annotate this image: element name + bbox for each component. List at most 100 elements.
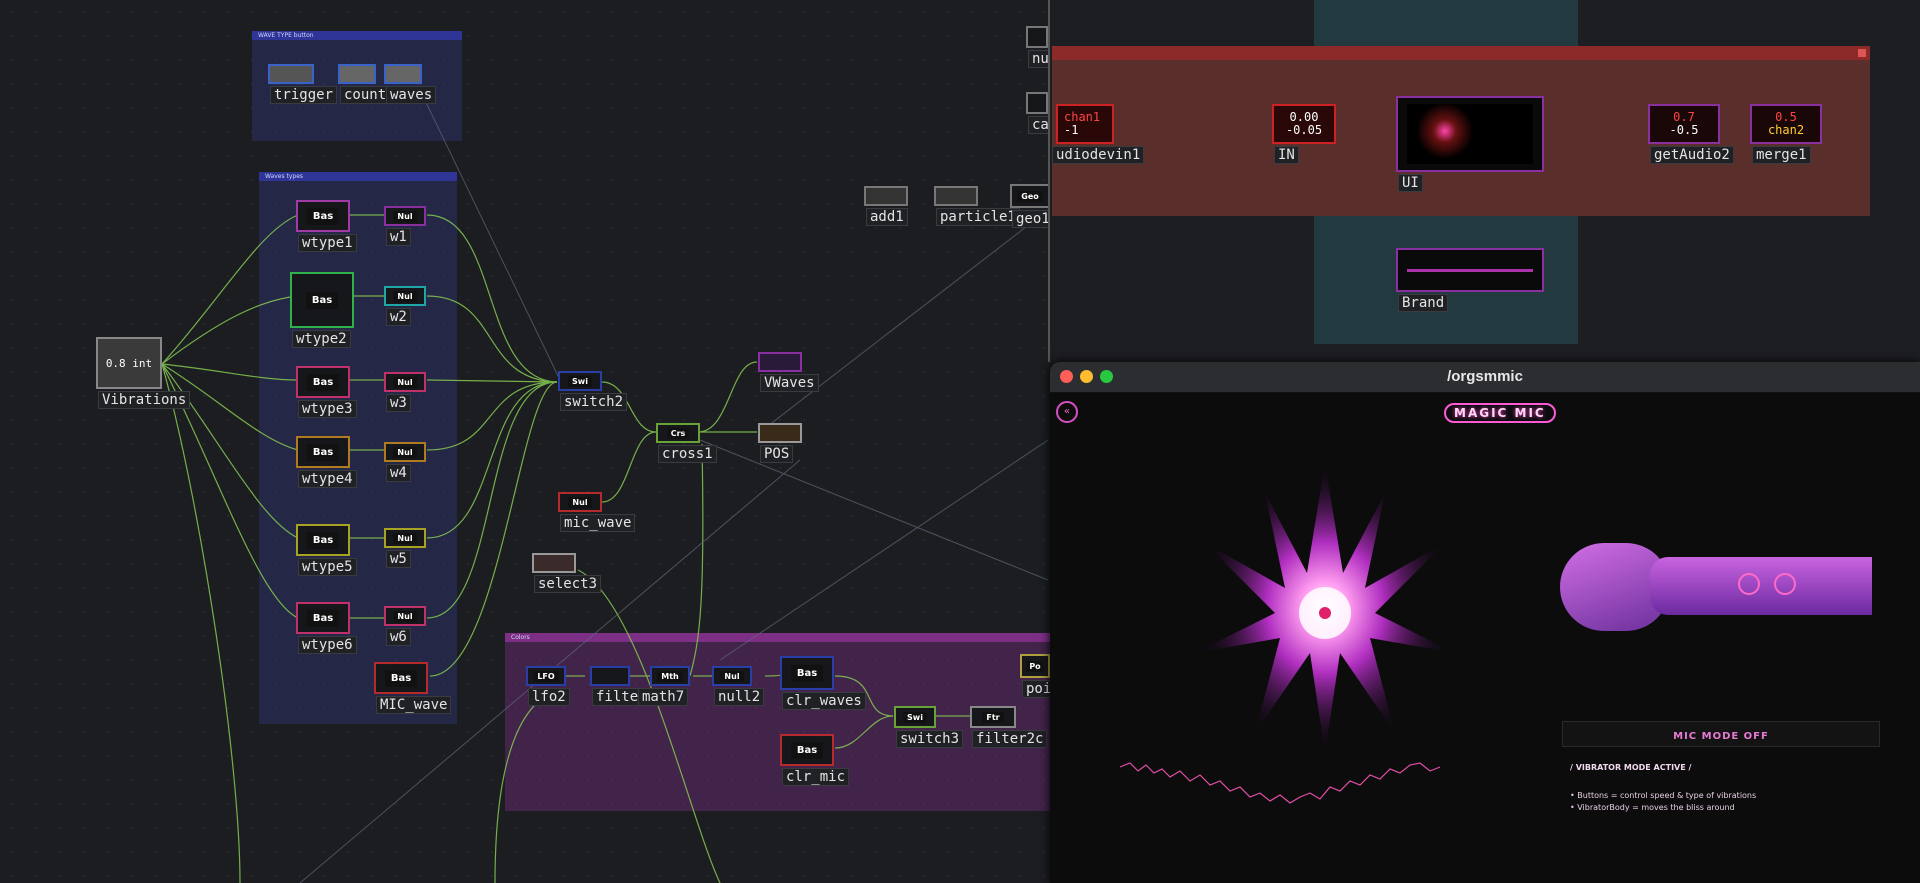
type-button[interactable] — [1774, 573, 1796, 595]
node-body — [338, 64, 376, 84]
node-chip: Swi — [903, 711, 927, 723]
node-cross1[interactable]: Crs cross1 — [656, 423, 717, 463]
node-body — [934, 186, 978, 206]
annotation-title: Waves types — [265, 173, 304, 180]
mic-mode-button[interactable]: MIC MODE OFF — [1562, 721, 1880, 747]
node-switch3[interactable]: Swi switch3 — [894, 706, 964, 748]
node-label: Vibrations — [98, 391, 191, 409]
node-math7[interactable]: Mth math7 — [638, 666, 690, 706]
node-w1[interactable]: Nul w1 — [384, 206, 426, 246]
getaudio-value: -0.5 — [1669, 123, 1699, 137]
node-waves[interactable]: waves — [384, 64, 437, 104]
node-chip: Bas — [306, 531, 340, 549]
node-vibrations[interactable]: 0.8 int Vibrations — [96, 337, 191, 409]
help-line-1: • Buttons = control speed & type of vibr… — [1570, 791, 1757, 800]
help-line-2: • VibratorBody = moves the bliss around — [1570, 803, 1735, 812]
node-label: cross1 — [658, 445, 717, 463]
node-body: Bas — [374, 662, 428, 694]
node-wtype2[interactable]: Bas wtype2 — [290, 272, 354, 348]
node-body — [758, 352, 802, 372]
node-chip: Mth — [657, 670, 683, 682]
node-particle1[interactable]: particle1 — [934, 186, 1020, 226]
node-chip: Swi — [568, 375, 592, 387]
node-body: Ftr — [970, 706, 1016, 728]
node-null2[interactable]: Nul null2 — [712, 666, 765, 706]
node-label: wtype1 — [298, 234, 357, 252]
node-label: particle1 — [936, 208, 1020, 226]
annotation-colors[interactable]: Colors — [505, 633, 1050, 811]
node-label: wtype4 — [298, 470, 357, 488]
window-titlebar[interactable]: /orgsmmic — [1050, 362, 1920, 393]
node-label: w5 — [386, 550, 411, 568]
node-body: Bas — [296, 436, 350, 468]
node-chip: Geo — [1017, 190, 1043, 202]
node-label: MIC_wave — [376, 696, 452, 714]
node-wtype1[interactable]: Bas wtype1 — [296, 200, 357, 252]
app-window[interactable]: /orgsmmic « MAGIC MIC MIC MODE OFF / VIB… — [1050, 362, 1920, 883]
node-chip: Bas — [306, 207, 340, 225]
node-label: clr_mic — [782, 768, 850, 786]
node-body: 0.00 -0.05 — [1272, 104, 1336, 144]
node-body — [532, 553, 576, 573]
node-audiodevin1[interactable]: chan1 -1 udiodevin1 — [1052, 104, 1145, 164]
node-getaudio2[interactable]: 0.7 -0.5 getAudio2 — [1648, 104, 1734, 164]
node-lfo2[interactable]: LFO lfo2 — [526, 666, 570, 706]
audio-visualizer — [1190, 463, 1460, 753]
sub-network-panel[interactable]: chan1 -1 udiodevin1 0.00 -0.05 IN UI 0.7… — [1048, 0, 1920, 362]
speed-button[interactable] — [1738, 573, 1760, 595]
annotation-title: Colors — [511, 634, 530, 641]
node-body: Bas — [780, 734, 834, 766]
node-add1[interactable]: add1 — [864, 186, 908, 226]
node-w5[interactable]: Nul w5 — [384, 528, 426, 568]
node-filter2c[interactable]: Ftr filter2c — [970, 706, 1048, 748]
node-geo1[interactable]: Geo geo1 — [1010, 184, 1054, 228]
node-body: Geo — [1010, 184, 1050, 208]
starburst-graphic — [1195, 463, 1455, 753]
node-clr-mic[interactable]: Bas clr_mic — [780, 734, 850, 786]
node-select3[interactable]: select3 — [532, 553, 602, 593]
annotation-close-icon[interactable] — [1858, 49, 1866, 57]
vibrator-body[interactable] — [1560, 543, 1872, 631]
node-poi[interactable]: Po poi — [1020, 654, 1056, 698]
network-editor-canvas[interactable]: WAVE TYPE button Waves types Colors trig… — [0, 0, 1920, 883]
node-body — [1026, 26, 1048, 48]
node-body: Bas — [290, 272, 354, 328]
node-w3[interactable]: Nul w3 — [384, 372, 426, 412]
node-mic-wave[interactable]: Nul mic_wave — [558, 492, 636, 532]
node-ca[interactable]: ca — [1026, 92, 1053, 134]
node-chip: Nul — [393, 532, 417, 544]
node-nu[interactable]: nu — [1026, 26, 1053, 68]
node-ui[interactable]: UI — [1396, 96, 1544, 192]
node-count2[interactable]: count2 — [338, 64, 399, 104]
node-merge1[interactable]: 0.5 chan2 merge1 — [1750, 104, 1822, 164]
node-mic-wave-big[interactable]: Bas MIC_wave — [374, 662, 452, 714]
node-pos[interactable]: POS — [758, 423, 802, 463]
node-wtype4[interactable]: Bas wtype4 — [296, 436, 357, 488]
node-body: Bas — [296, 524, 350, 556]
node-chip: Bas — [306, 609, 340, 627]
node-chip: LFO — [533, 670, 559, 682]
node-switch2[interactable]: Swi switch2 — [558, 371, 628, 411]
node-wtype5[interactable]: Bas wtype5 — [296, 524, 357, 576]
node-body: Nul — [558, 492, 602, 512]
node-w4[interactable]: Nul w4 — [384, 442, 426, 482]
node-body: Bas — [296, 200, 350, 232]
back-button[interactable]: « — [1056, 401, 1078, 423]
node-w6[interactable]: Nul w6 — [384, 606, 426, 646]
node-in[interactable]: 0.00 -0.05 IN — [1272, 104, 1336, 164]
node-wtype6[interactable]: Bas wtype6 — [296, 602, 357, 654]
node-body: 0.8 int — [96, 337, 162, 389]
node-filter4[interactable]: filter4 — [590, 666, 660, 706]
node-clr-waves[interactable]: Bas clr_waves — [780, 656, 866, 710]
node-wtype3[interactable]: Bas wtype3 — [296, 366, 357, 418]
node-trigger[interactable]: trigger — [268, 64, 338, 104]
annotation-waves-types[interactable]: Waves types — [259, 172, 457, 724]
node-brand[interactable]: Brand — [1396, 248, 1544, 312]
vibrations-value: 0.8 int — [105, 356, 153, 370]
in-value: -0.05 — [1285, 123, 1323, 137]
node-chip: Bas — [790, 741, 824, 759]
vibrator-shaft[interactable] — [1650, 557, 1872, 615]
double-chevron-left-icon: « — [1063, 406, 1071, 417]
node-w2[interactable]: Nul w2 — [384, 286, 426, 326]
node-vwaves[interactable]: VWaves — [758, 352, 819, 392]
